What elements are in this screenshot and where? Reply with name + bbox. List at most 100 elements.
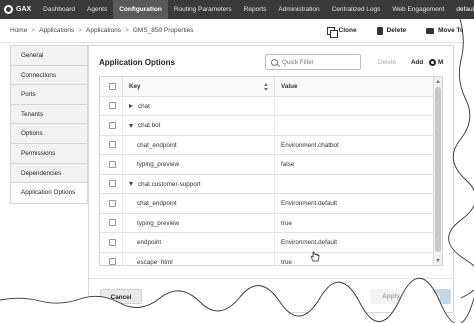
hand-cursor-icon (310, 251, 320, 262)
sidebar-item-application-options[interactable]: Application Options (11, 183, 87, 203)
value-text: Environment.default (281, 239, 338, 247)
column-header-value[interactable]: Value (276, 77, 297, 97)
breadcrumb-separator: > (31, 27, 36, 34)
clone-button[interactable]: Clone (317, 26, 367, 38)
value-cell[interactable]: Environment.default (276, 233, 337, 253)
apply-button[interactable]: Apply (370, 289, 412, 304)
search-icon (271, 58, 278, 66)
caret-down-icon[interactable] (129, 182, 133, 187)
key-cell[interactable]: typing_preview (122, 213, 275, 233)
options-grid: Key Value chat chat.bot chat_endpoint Envir… (99, 76, 443, 266)
breadcrumb-current: GMS_850 Properties (132, 27, 194, 34)
app-logo[interactable]: GAX (0, 0, 37, 19)
delete-option-button[interactable]: Delete (378, 59, 396, 66)
move-to-label: Move To (438, 27, 464, 34)
value-cell[interactable] (276, 97, 281, 117)
table-row[interactable]: escape_html true (100, 252, 434, 266)
sidebar-item-tenants[interactable]: Tenants (11, 105, 87, 125)
row-checkbox[interactable] (109, 238, 116, 246)
properties-sidebar: General Connections Ports Tenants Option… (10, 45, 88, 204)
nav-routing-parameters[interactable]: Routing Parameters (168, 0, 238, 19)
sidebar-item-permissions[interactable]: Permissions (11, 144, 87, 164)
value-cell[interactable]: Environment.default (276, 194, 337, 214)
move-to-button[interactable]: Move To (416, 27, 474, 34)
caret-right-icon[interactable] (129, 104, 133, 109)
panel-footer: Cancel Apply Save (89, 278, 453, 312)
cancel-button[interactable]: Cancel (100, 289, 142, 304)
sidebar-item-general[interactable]: General (11, 46, 87, 66)
caret-down-icon[interactable] (129, 123, 133, 128)
row-checkbox[interactable] (109, 258, 116, 265)
key-cell[interactable]: chat.customer-support (122, 174, 275, 194)
nav-administration[interactable]: Administration (272, 0, 325, 19)
value-text: true (281, 258, 292, 266)
row-checkbox[interactable] (109, 180, 116, 188)
row-checkbox[interactable] (109, 102, 116, 110)
value-cell[interactable]: Environment.chatbot (276, 136, 339, 156)
sidebar-item-ports[interactable]: Ports (11, 85, 87, 105)
more-options-button[interactable]: M (429, 59, 451, 66)
more-options-label: M (438, 59, 444, 66)
scroll-up-icon[interactable] (436, 80, 440, 83)
table-row[interactable]: chat.customer-support (100, 174, 434, 195)
key-cell[interactable]: chat_endpoint (122, 194, 275, 214)
key-cell[interactable]: chat.bot (122, 116, 275, 136)
table-row[interactable]: endpoint Environment.default (100, 233, 434, 253)
gear-logo-icon (4, 5, 13, 14)
key-cell[interactable]: chat_endpoint (122, 135, 275, 155)
column-header-key[interactable]: Key (122, 77, 275, 97)
user-menu[interactable]: default (450, 0, 474, 19)
row-checkbox[interactable] (109, 199, 116, 207)
table-row[interactable]: typing_preview false (100, 155, 434, 175)
value-cell[interactable]: true (276, 253, 292, 266)
key-cell[interactable]: endpoint (122, 233, 275, 253)
key-text: endpoint (137, 239, 162, 247)
table-row[interactable]: chat (100, 96, 434, 117)
key-cell[interactable]: typing_preview (122, 155, 275, 175)
nav-reports[interactable]: Reports (238, 0, 273, 19)
scroll-down-icon[interactable] (436, 259, 440, 262)
value-cell[interactable]: true (276, 214, 292, 234)
grid-scrollbar[interactable] (433, 77, 442, 265)
value-text: false (281, 161, 295, 169)
key-cell[interactable]: chat (122, 96, 275, 116)
breadcrumb-applications[interactable]: Applications (39, 27, 74, 34)
value-cell[interactable] (276, 116, 281, 136)
table-row[interactable]: typing_preview true (100, 213, 434, 234)
column-header-key-label: Key (129, 83, 141, 91)
save-button[interactable]: Save (415, 289, 451, 304)
row-checkbox[interactable] (109, 160, 116, 168)
add-option-button[interactable]: Add (411, 59, 423, 66)
clone-label: Clone (338, 27, 357, 34)
key-text: typing_preview (137, 219, 180, 227)
value-text: Environment.default (281, 200, 338, 208)
sort-icon[interactable] (264, 83, 268, 91)
value-cell[interactable] (276, 175, 281, 195)
nav-web-engagement[interactable]: Web Engagement (386, 0, 450, 19)
table-row[interactable]: chat_endpoint Environment.chatbot (100, 135, 434, 156)
table-row[interactable]: chat.bot (100, 116, 434, 136)
key-cell[interactable]: escape_html (122, 252, 275, 265)
panel-title: Application Options (99, 58, 175, 67)
quick-filter-input[interactable] (282, 58, 360, 66)
nav-configuration[interactable]: Configuration (113, 0, 168, 19)
breadcrumb-applications-folder[interactable]: Applications (86, 27, 121, 34)
sidebar-item-connections[interactable]: Connections (11, 66, 87, 86)
quick-filter[interactable] (265, 54, 361, 70)
select-all-checkbox[interactable] (109, 82, 116, 90)
nav-centralized-logs[interactable]: Centralized Logs (326, 0, 387, 19)
sidebar-item-dependencies[interactable]: Dependencies (11, 164, 87, 184)
row-checkbox[interactable] (109, 141, 116, 149)
sidebar-item-options[interactable]: Options (11, 124, 87, 144)
scrollbar-thumb[interactable] (435, 87, 441, 252)
value-cell[interactable]: false (276, 155, 294, 175)
table-row[interactable]: chat_endpoint Environment.default (100, 194, 434, 214)
row-checkbox[interactable] (109, 219, 116, 227)
grid-header-row: Key Value (100, 77, 434, 97)
delete-button[interactable]: Delete (367, 26, 417, 35)
row-checkbox[interactable] (109, 121, 116, 129)
nav-agents[interactable]: Agents (81, 0, 113, 19)
nav-dashboard[interactable]: Dashboard (37, 0, 81, 19)
breadcrumb-home[interactable]: Home (10, 27, 27, 34)
delete-label: Delete (386, 27, 407, 34)
